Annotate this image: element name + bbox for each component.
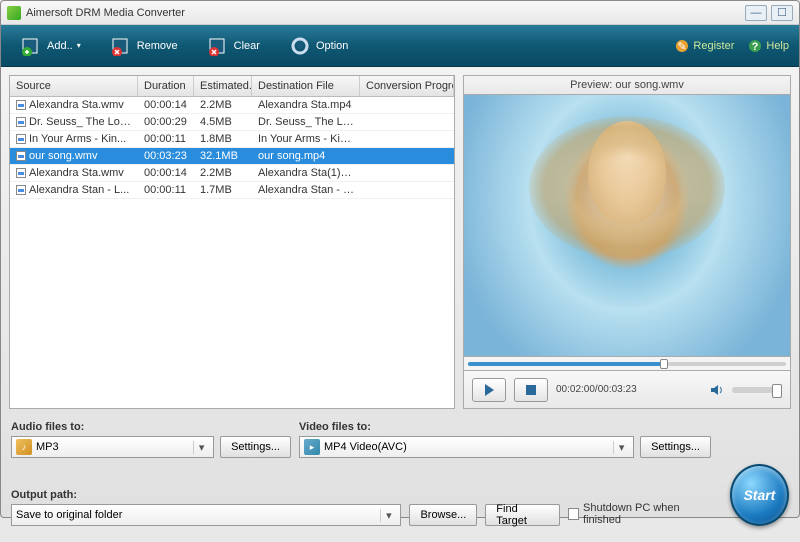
- find-target-button[interactable]: Find Target: [485, 504, 559, 526]
- volume-icon[interactable]: [710, 383, 724, 397]
- audio-settings-button[interactable]: Settings...: [220, 436, 291, 458]
- app-window: Aimersoft DRM Media Converter — ☐ Add.. …: [0, 0, 800, 518]
- svg-text:?: ?: [752, 41, 759, 53]
- option-button[interactable]: Option: [280, 32, 358, 60]
- play-button[interactable]: [472, 378, 506, 402]
- volume-slider[interactable]: [732, 387, 782, 393]
- toolbar: Add.. ▾ Remove Clear Option ✎ Register ?…: [1, 25, 799, 67]
- file-icon: [16, 185, 26, 195]
- remove-button[interactable]: Remove: [101, 32, 188, 60]
- file-rows: Alexandra Sta.wmv00:00:142.2MBAlexandra …: [10, 97, 454, 408]
- file-icon: [16, 117, 26, 127]
- music-icon: ♪: [16, 439, 32, 455]
- preview-video[interactable]: [463, 94, 791, 357]
- file-list-panel: Source Duration Estimated... Destination…: [9, 75, 455, 409]
- shutdown-checkbox[interactable]: Shutdown PC when finished: [568, 502, 714, 526]
- chevron-down-icon: ▾: [193, 441, 209, 454]
- file-icon: [16, 168, 26, 178]
- col-progress[interactable]: Conversion Progress: [360, 76, 454, 96]
- help-link[interactable]: ? Help: [748, 39, 789, 53]
- start-button[interactable]: Start: [730, 464, 789, 526]
- gear-icon: [290, 36, 310, 56]
- chevron-down-icon: ▾: [613, 441, 629, 454]
- file-icon: [16, 151, 26, 161]
- file-list-header: Source Duration Estimated... Destination…: [10, 76, 454, 97]
- add-icon: [21, 36, 41, 56]
- checkbox-icon: [568, 508, 580, 520]
- minimize-button[interactable]: —: [745, 5, 767, 21]
- table-row[interactable]: Alexandra Stan - L...00:00:111.7MBAlexan…: [10, 182, 454, 199]
- maximize-button[interactable]: ☐: [771, 5, 793, 21]
- audio-label: Audio files to:: [11, 421, 291, 433]
- play-icon: [484, 384, 494, 396]
- add-button[interactable]: Add.. ▾: [11, 32, 91, 60]
- col-source[interactable]: Source: [10, 76, 138, 96]
- playback-controls: 00:02:00/00:03:23: [463, 371, 791, 409]
- file-icon: [16, 100, 26, 110]
- col-estimated[interactable]: Estimated...: [194, 76, 252, 96]
- chevron-down-icon: ▾: [380, 509, 396, 522]
- output-path-select[interactable]: Save to original folder ▾: [11, 504, 401, 526]
- seek-slider[interactable]: [463, 357, 791, 371]
- col-duration[interactable]: Duration: [138, 76, 194, 96]
- window-title: Aimersoft DRM Media Converter: [26, 7, 745, 19]
- table-row[interactable]: In Your Arms - Kin...00:00:111.8MBIn You…: [10, 131, 454, 148]
- help-icon: ?: [748, 39, 762, 53]
- file-icon: [16, 134, 26, 144]
- preview-panel: Preview: our song.wmv 00:02:00/00:03:23: [463, 75, 791, 409]
- video-settings-button[interactable]: Settings...: [640, 436, 711, 458]
- table-row[interactable]: Alexandra Sta.wmv00:00:142.2MBAlexandra …: [10, 97, 454, 114]
- clear-icon: [208, 36, 228, 56]
- audio-format-select[interactable]: ♪ MP3 ▾: [11, 436, 214, 458]
- table-row[interactable]: Alexandra Sta.wmv00:00:142.2MBAlexandra …: [10, 165, 454, 182]
- dropdown-icon: ▾: [77, 41, 81, 50]
- col-destination[interactable]: Destination File: [252, 76, 360, 96]
- preview-title: Preview: our song.wmv: [463, 75, 791, 94]
- playback-time: 00:02:00/00:03:23: [556, 384, 637, 395]
- table-row[interactable]: our song.wmv00:03:2332.1MBour song.mp4: [10, 148, 454, 165]
- browse-button[interactable]: Browse...: [409, 504, 477, 526]
- output-path-label: Output path:: [11, 489, 401, 501]
- video-label: Video files to:: [299, 421, 711, 433]
- clear-button[interactable]: Clear: [198, 32, 270, 60]
- stop-button[interactable]: [514, 378, 548, 402]
- stop-icon: [526, 385, 536, 395]
- app-icon: [7, 6, 21, 20]
- remove-icon: [111, 36, 131, 56]
- titlebar: Aimersoft DRM Media Converter — ☐: [1, 1, 799, 25]
- output-panel: Audio files to: ♪ MP3 ▾ Settings... Vide…: [1, 417, 799, 542]
- video-icon: ▸: [304, 439, 320, 455]
- register-link[interactable]: ✎ Register: [675, 39, 734, 53]
- table-row[interactable]: Dr. Seuss_ The Lor...00:00:294.5MBDr. Se…: [10, 114, 454, 131]
- seek-thumb[interactable]: [660, 359, 668, 369]
- register-icon: ✎: [675, 39, 689, 53]
- video-format-select[interactable]: ▸ MP4 Video(AVC) ▾: [299, 436, 634, 458]
- svg-text:✎: ✎: [678, 41, 687, 53]
